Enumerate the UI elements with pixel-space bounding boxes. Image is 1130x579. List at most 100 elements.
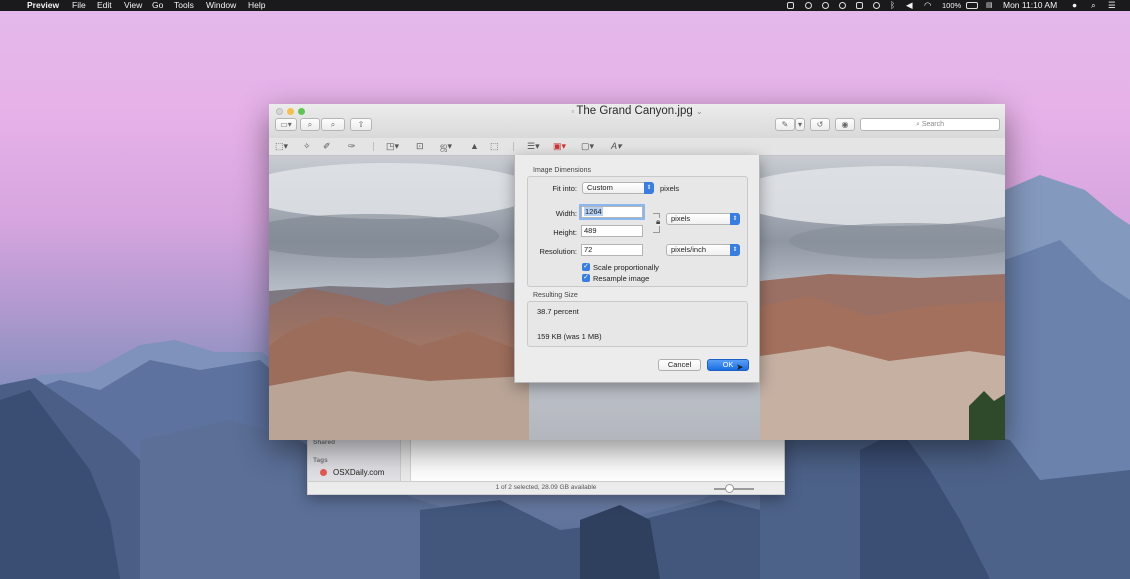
fit-into-label: Fit into: xyxy=(552,184,577,193)
sketch-tool-icon[interactable]: ✐ xyxy=(323,141,331,152)
menu-edit[interactable]: Edit xyxy=(97,0,112,11)
text-tool-icon[interactable]: ⊡ xyxy=(416,141,424,152)
icon-size-slider[interactable] xyxy=(714,488,754,490)
spotlight-icon[interactable]: ⌕ xyxy=(1091,0,1096,11)
extension-icon[interactable] xyxy=(787,2,794,9)
shape-style-icon[interactable]: ☰▾ xyxy=(527,141,540,152)
display-icon[interactable] xyxy=(856,2,863,9)
lock-icon[interactable]: 🔒︎ xyxy=(656,218,661,226)
cloud-icon[interactable] xyxy=(822,2,829,9)
markup-toolbar: ⬚▾ ✧ ✐ ✑ ◳▾ ⊡ ஜ▾ ▲ ⬚ ☰▾ ▣▾ ▢▾ A▾ xyxy=(269,138,1005,156)
resolution-unit-value: pixels/inch xyxy=(671,245,707,254)
resample-image-label: Resample image xyxy=(593,274,650,283)
mouse-cursor-icon: ➤ xyxy=(736,362,744,372)
menu-window[interactable]: Window xyxy=(206,0,236,11)
resolution-unit-popup[interactable]: pixels/inch ⇕ xyxy=(666,244,740,256)
sidebar-section-tags: Tags xyxy=(313,457,328,464)
finder-sidebar: Shared Tags OSXDaily.com xyxy=(308,435,401,484)
bluetooth-icon[interactable]: ᛒ xyxy=(890,0,895,11)
title-text: The Grand Canyon.jpg xyxy=(576,105,693,117)
volume-icon[interactable]: ◀ xyxy=(906,0,913,11)
menu-view[interactable]: View xyxy=(124,0,142,11)
finder-content[interactable] xyxy=(411,435,784,484)
scale-proportionally-checkbox[interactable]: ✓ xyxy=(582,263,590,271)
title-bar: ▫ The Grand Canyon.jpg ⌄ ▭▾ ⌕ ⌕ ⇧ ✎ ▾ ↺ … xyxy=(269,104,1005,139)
fit-into-unit: pixels xyxy=(660,184,680,193)
menu-file[interactable]: File xyxy=(72,0,86,11)
resample-image-checkbox[interactable]: ✓ xyxy=(582,274,590,282)
menu-go[interactable]: Go xyxy=(152,0,163,11)
border-color-icon[interactable]: ▣▾ xyxy=(553,141,566,152)
finder-window: Shared Tags OSXDaily.com 1 of 2 selected… xyxy=(307,434,785,495)
sidebar-section-shared: Shared xyxy=(313,439,336,446)
text-style-icon[interactable]: A▾ xyxy=(611,141,622,152)
title-chevron-icon: ⌄ xyxy=(695,107,703,116)
tag-label: OSXDaily.com xyxy=(333,468,385,477)
markup-toolbar-button[interactable]: ✎ xyxy=(775,118,795,131)
resolution-value: 72 xyxy=(584,245,593,254)
resulting-size-title: Resulting Size xyxy=(533,292,578,299)
slider-knob[interactable] xyxy=(725,484,734,493)
flag-icon[interactable]: ▤ xyxy=(986,0,993,11)
search-placeholder: Search xyxy=(921,121,945,128)
markup-menu-button[interactable]: ▾ xyxy=(795,118,805,131)
red-tag-icon xyxy=(320,469,327,476)
instant-alpha-icon[interactable]: ✧ xyxy=(303,141,311,152)
cancel-button[interactable]: Cancel xyxy=(658,359,701,371)
battery-icon[interactable] xyxy=(966,2,978,9)
sidebar-view-button[interactable]: ▭▾ xyxy=(275,118,297,131)
adjust-size-dialog: Image Dimensions Fit into: Custom ⇕ pixe… xyxy=(514,155,760,383)
menu-bar: Preview File Edit View Go Tools Window H… xyxy=(0,0,1130,11)
column-divider[interactable] xyxy=(404,435,411,484)
zoom-out-button[interactable]: ⌕ xyxy=(300,118,320,131)
rotate-button[interactable]: ↺ xyxy=(810,118,830,131)
toolbar-separator xyxy=(513,142,514,151)
fit-into-popup[interactable]: Custom ⇕ xyxy=(582,182,654,194)
width-field[interactable]: 1264 xyxy=(581,206,643,218)
cancel-label: Cancel xyxy=(667,360,692,369)
ok-label: OK xyxy=(722,360,734,369)
height-label: Height: xyxy=(553,228,577,237)
selection-tool-icon[interactable]: ⬚▾ xyxy=(275,141,288,152)
sidebar-tag-item[interactable]: OSXDaily.com xyxy=(320,468,384,477)
battery-percent: 100% xyxy=(942,1,962,10)
scale-proportionally-label: Scale proportionally xyxy=(593,263,659,272)
adjust-size-icon[interactable]: ⬚ xyxy=(490,141,499,152)
toolbar-separator xyxy=(373,142,374,151)
resulting-percent: 38.7 percent xyxy=(537,307,579,316)
popup-arrows-icon: ⇕ xyxy=(644,182,654,194)
resolution-label: Resolution: xyxy=(539,247,577,256)
time-machine-icon[interactable] xyxy=(873,2,880,9)
zoom-in-button[interactable]: ⌕ xyxy=(321,118,345,131)
search-field[interactable]: ⌕ Search xyxy=(860,118,1000,131)
notification-center-icon[interactable]: ☰ xyxy=(1108,0,1116,11)
clock-icon[interactable] xyxy=(839,2,846,9)
size-unit-value: pixels xyxy=(671,214,691,223)
menu-help[interactable]: Help xyxy=(248,0,265,11)
height-value: 489 xyxy=(584,226,597,235)
popup-arrows-icon: ⇕ xyxy=(730,213,740,225)
user-icon[interactable]: ● xyxy=(1072,0,1077,11)
height-field[interactable]: 489 xyxy=(581,225,643,237)
wifi-icon[interactable]: ◠ xyxy=(924,0,931,11)
finder-status-bar: 1 of 2 selected, 28.09 GB available xyxy=(308,481,784,494)
window-title[interactable]: ▫ The Grand Canyon.jpg ⌄ xyxy=(269,105,1005,117)
record-icon[interactable] xyxy=(805,2,812,9)
screenshot-button[interactable]: ◉ xyxy=(835,118,855,131)
adjust-color-icon[interactable]: ▲ xyxy=(470,141,479,152)
resulting-filesize: 159 KB (was 1 MB) xyxy=(537,332,602,341)
shapes-tool-icon[interactable]: ◳▾ xyxy=(386,141,399,152)
fill-color-icon[interactable]: ▢▾ xyxy=(581,141,594,152)
signature-tool-icon[interactable]: ஜ▾ xyxy=(440,141,452,152)
pen-tool-icon[interactable]: ✑ xyxy=(348,141,356,152)
menu-tools[interactable]: Tools xyxy=(174,0,194,11)
resolution-field[interactable]: 72 xyxy=(581,244,643,256)
status-text: 1 of 2 selected, 28.09 GB available xyxy=(495,484,597,491)
image-dimensions-title: Image Dimensions xyxy=(533,167,591,174)
menu-clock[interactable]: Mon 11:10 AM xyxy=(1003,0,1057,11)
width-value: 1264 xyxy=(584,207,603,216)
width-label: Width: xyxy=(555,209,577,218)
size-unit-popup[interactable]: pixels ⇕ xyxy=(666,213,740,225)
menu-app-name[interactable]: Preview xyxy=(27,0,59,11)
share-button[interactable]: ⇧ xyxy=(350,118,372,131)
